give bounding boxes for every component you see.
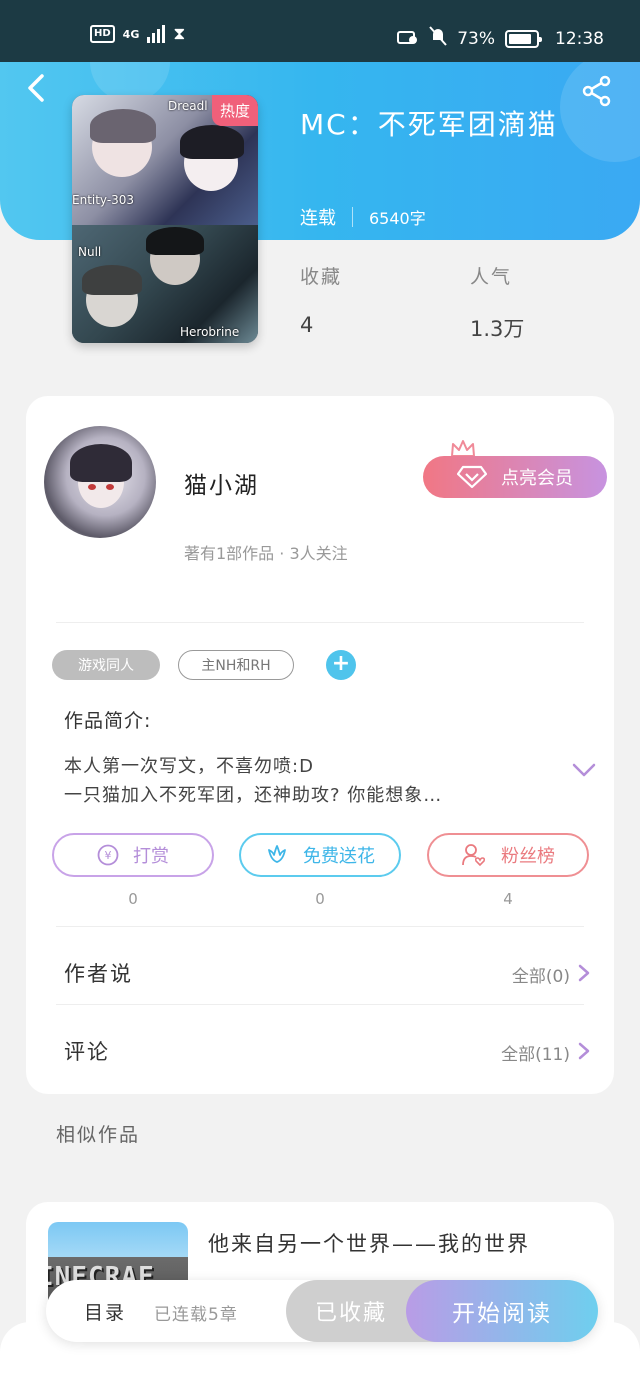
comments-label: 评论 [64,1040,110,1064]
author-subtitle: 著有1部作品 · 3人关注 [184,544,348,563]
reward-label: 打赏 [133,846,169,867]
divider [56,622,584,623]
intro-text: 本人第一次写文，不喜勿喷:D 一只猫加入不死军团，还神助攻? 你能想象… [64,752,564,810]
stat-value: 1.3万 [470,317,525,341]
comments-row[interactable]: 评论 全部(11) [26,1020,614,1080]
author-says-value: 全部(0) [511,967,570,987]
battery-percent: 73% [457,28,495,49]
reward-button[interactable]: ¥ 打赏 [52,833,214,877]
author-says-row[interactable]: 作者说 全部(0) [26,942,614,1002]
mute-bell-icon [429,26,447,51]
cover-label: Null [78,245,102,259]
vip-button[interactable]: 点亮会员 [423,456,607,498]
author-name[interactable]: 猫小湖 [184,466,259,500]
back-button[interactable] [22,72,54,104]
serial-status: 连载 [300,208,336,229]
book-meta: 连载 6540字 [300,204,426,230]
divider [56,1004,584,1005]
hourglass-icon: ⧗ [173,24,186,44]
yen-icon: ¥ [97,844,119,866]
cover-character-hair [90,109,156,143]
svg-text:¥: ¥ [105,849,112,862]
diamond-icon [457,465,487,489]
fans-count: 4 [503,890,513,908]
intro-title: 作品简介: [64,710,152,732]
author-avatar[interactable] [44,426,156,538]
avatar-hair [70,444,132,482]
bottom-action-bar: 目录 已连载5章 已收藏 开始阅读 [46,1280,598,1342]
fan-ranking-button[interactable]: 粉丝榜 [427,833,589,877]
tag-main-pairing[interactable]: 主NH和RH [178,650,294,680]
status-bar: HD 4G ⧗ 73% 12:38 [0,0,640,62]
cover-label: Entity-303 [72,193,135,207]
reward-count: 0 [128,890,138,908]
chevron-right-icon [578,964,590,982]
book-title: MC：不死军团滴猫 [300,108,558,141]
stat-label: 人气 [470,266,513,288]
similar-work-title: 他来自另一个世界——我的世界 [208,1232,530,1256]
toc-button[interactable]: 目录 [84,1298,126,1325]
divider [56,926,584,927]
battery-icon [505,29,542,48]
tag-game-fanfic[interactable]: 游戏同人 [52,650,160,680]
book-detail-card: 猫小湖 著有1部作品 · 3人关注 点亮会员 游戏同人 主NH和RH + 作品简… [26,396,614,1094]
crown-icon [451,440,475,457]
intro-line: 一只猫加入不死军团，还神助攻? 你能想象… [64,785,443,806]
free-flower-button[interactable]: 免费送花 [239,833,401,877]
stat-favorites: 收藏 4 [300,262,342,337]
avatar-eye [106,484,114,490]
comments-value: 全部(11) [501,1045,570,1065]
cover-bottom-art: Null Herobrine [72,225,258,343]
vip-button-label: 点亮会员 [501,468,573,489]
word-count: 6540字 [369,209,426,228]
status-left: HD 4G ⧗ [90,24,185,44]
favorited-label: 已收藏 [314,1301,387,1326]
clock: 12:38 [555,28,604,49]
start-reading-label: 开始阅读 [452,1301,552,1327]
signal-icon [147,25,166,43]
flower-count: 0 [315,890,325,908]
cover-character-hair [180,125,244,159]
flower-icon [268,845,286,863]
avatar-eye [88,484,96,490]
book-cover[interactable]: Dreadl Entity-303 Null Herobrine 热度 [72,95,258,343]
stat-popularity: 人气 1.3万 [470,262,524,343]
cover-label: Dreadl [168,99,208,113]
status-right: 73% 12:38 [397,26,604,51]
vpn-icon [397,27,419,50]
chevron-right-icon [578,1042,590,1060]
cover-character-hair [146,227,204,255]
chevron-down-icon[interactable] [572,762,596,778]
network-label: 4G [122,27,140,41]
fans-label: 粉丝榜 [501,846,555,867]
cover-label: Herobrine [180,325,240,339]
intro-line: 本人第一次写文，不喜勿喷:D [64,756,314,777]
flower-label: 免费送花 [303,846,375,867]
cover-character-hair [82,265,142,295]
stat-label: 收藏 [300,266,343,288]
fan-user-icon [462,844,486,867]
hd-icon: HD [90,25,115,43]
chapter-count: 已连载5章 [154,1305,238,1325]
author-says-label: 作者说 [64,962,133,986]
hot-badge: 热度 [211,95,258,126]
add-tag-button[interactable]: + [326,650,356,680]
stat-value: 4 [300,313,314,337]
meta-divider [352,207,353,227]
similar-works-title: 相似作品 [56,1124,141,1146]
start-reading-button[interactable]: 开始阅读 [406,1280,598,1342]
